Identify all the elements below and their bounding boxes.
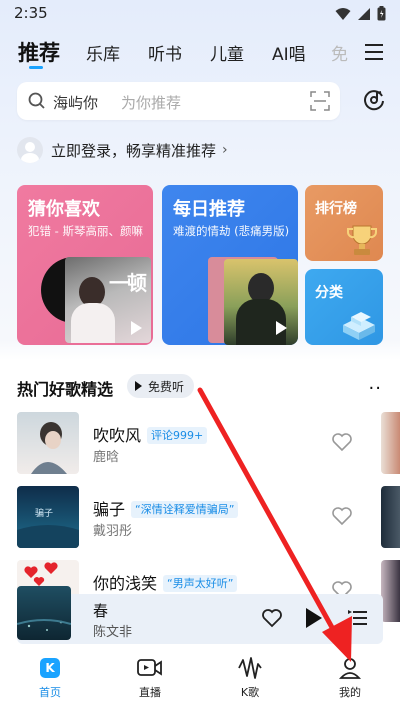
song-title: 吹吹风 评论999+ xyxy=(93,422,208,446)
bottom-nav: K 首页 直播 K歌 我的 xyxy=(0,647,400,711)
now-playing-cover xyxy=(17,586,71,640)
svg-text:骗子: 骗子 xyxy=(35,507,53,519)
nav-karaoke[interactable]: K歌 xyxy=(220,655,280,700)
card-subtitle: 难渡的情劫 (悲痛男版) xyxy=(173,224,290,238)
daily-recommend-card[interactable]: 每日推荐 难渡的情劫 (悲痛男版) xyxy=(162,185,298,345)
menu-icon[interactable] xyxy=(364,42,386,62)
wifi-icon xyxy=(335,7,351,20)
song-row[interactable]: 骗子 骗子 “深情诠释爱情骗局” 戴羽彤 xyxy=(17,486,377,548)
nav-label: 首页 xyxy=(39,686,61,699)
song-cover: 骗子 xyxy=(17,486,79,548)
nav-label: K歌 xyxy=(240,686,260,699)
home-icon: K xyxy=(40,658,60,678)
now-playing-artist: 陈文非 xyxy=(93,625,133,640)
tab-kids[interactable]: 儿童 xyxy=(210,40,244,65)
tab-recommend[interactable]: 推荐 xyxy=(18,37,60,67)
battery-icon xyxy=(377,6,386,21)
category-card[interactable]: 分类 xyxy=(305,269,383,345)
card-title: 分类 xyxy=(315,285,343,301)
tab-library[interactable]: 乐库 xyxy=(86,40,120,65)
song-row[interactable]: 吹吹风 评论999+ 鹿晗 xyxy=(17,412,377,474)
song-tag: “男声太好听” xyxy=(163,575,238,592)
now-playing-title: 春 xyxy=(93,602,109,620)
play-icon xyxy=(276,321,287,335)
song-artist: 戴羽彤 xyxy=(93,524,133,539)
free-listen-button[interactable]: 免费听 xyxy=(127,374,195,398)
nav-home[interactable]: K 首页 xyxy=(20,655,80,700)
song-artist: 鹿晗 xyxy=(93,450,120,465)
tab-audiobooks[interactable]: 听书 xyxy=(148,40,182,65)
card-title: 每日推荐 xyxy=(173,199,245,220)
trophy-icon xyxy=(347,225,377,255)
search-bar[interactable]: 海屿你 为你推荐 xyxy=(17,82,340,120)
tab-free[interactable]: 免 xyxy=(331,40,348,65)
card-subtitle: 犯错 - 斯琴高丽、颜嘛 xyxy=(28,224,143,238)
song-tag: 评论999+ xyxy=(147,427,208,444)
song-title: 你的浅笑 “男声太好听” xyxy=(93,570,238,594)
search-query[interactable]: 海屿你 xyxy=(53,92,98,113)
status-time: 2:35 xyxy=(14,4,48,22)
avatar xyxy=(17,137,43,163)
status-bar: 2:35 xyxy=(0,0,400,28)
search-placeholder: 为你推荐 xyxy=(121,94,182,112)
search-icon xyxy=(28,92,45,109)
play-icon xyxy=(135,381,142,391)
play-icon xyxy=(131,321,142,335)
chevron-right-icon: › xyxy=(222,142,228,158)
karaoke-wave-icon xyxy=(238,657,262,679)
category-blocks-icon xyxy=(343,312,375,340)
nav-mine[interactable]: 我的 xyxy=(320,655,380,700)
playlist-icon[interactable] xyxy=(348,608,368,628)
next-column-thumbnail[interactable] xyxy=(381,560,400,622)
song-title: 骗子 “深情诠释爱情骗局” xyxy=(93,496,239,520)
top-tabs: 推荐 乐库 听书 儿童 AI唱 免 xyxy=(0,34,400,74)
more-options-icon[interactable]: ·· xyxy=(369,378,382,399)
card-title: 猜你喜欢 xyxy=(28,199,100,220)
card-title: 排行榜 xyxy=(315,201,357,217)
tab-ai-sing[interactable]: AI唱 xyxy=(272,40,306,65)
active-tab-indicator xyxy=(29,66,43,69)
signal-icon xyxy=(358,7,370,20)
free-listen-label: 免费听 xyxy=(148,379,185,394)
live-video-icon xyxy=(137,659,162,676)
login-prompt[interactable]: 立即登录，畅享精准推荐 › xyxy=(17,137,228,163)
play-button[interactable] xyxy=(306,608,322,628)
user-icon xyxy=(338,658,362,679)
charts-card[interactable]: 排行榜 xyxy=(305,185,383,261)
mini-player[interactable]: 春 陈文非 xyxy=(17,586,383,644)
login-prompt-text: 立即登录，畅享精准推荐 xyxy=(51,141,217,160)
heart-icon[interactable] xyxy=(331,506,353,526)
heart-icon[interactable] xyxy=(331,432,353,452)
section-title: 热门好歌精选 xyxy=(17,380,114,399)
heart-icon[interactable] xyxy=(261,608,283,628)
nav-live[interactable]: 直播 xyxy=(120,655,180,700)
next-column-thumbnail[interactable] xyxy=(381,412,400,474)
guess-you-like-card[interactable]: 一顿 猜你喜欢 犯错 - 斯琴高丽、颜嘛 xyxy=(17,185,153,345)
nav-label: 我的 xyxy=(339,686,361,699)
song-tag: “深情诠释爱情骗局” xyxy=(131,501,239,518)
scan-icon[interactable] xyxy=(310,91,330,111)
music-recognition-icon[interactable] xyxy=(362,88,386,112)
next-column-thumbnail[interactable] xyxy=(381,486,400,548)
song-cover xyxy=(17,412,79,474)
status-icons xyxy=(335,6,386,21)
nav-label: 直播 xyxy=(139,686,161,699)
